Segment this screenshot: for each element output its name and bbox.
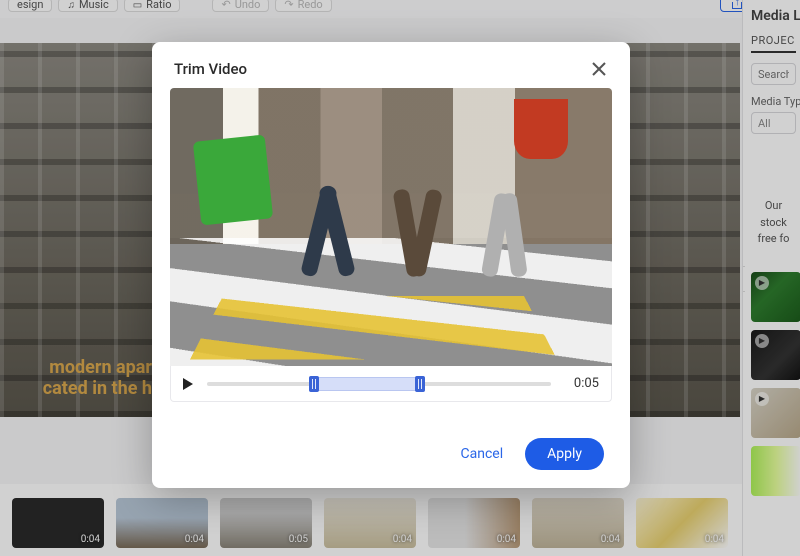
media-thumb[interactable]: ▶ xyxy=(751,330,800,380)
clip-duration: 0:04 xyxy=(705,534,724,545)
sidebar-promo: Our stock free fo xyxy=(751,144,796,268)
close-icon xyxy=(592,62,606,76)
clip-duration: 0:04 xyxy=(497,534,516,545)
timeline-clip[interactable]: 0:04 xyxy=(324,498,416,548)
music-label: Music xyxy=(79,0,109,12)
trim-video-modal: Trim Video 0:05 Cancel Apply xyxy=(152,42,630,488)
timeline-clip[interactable]: 0:04 xyxy=(116,498,208,548)
media-thumb[interactable]: ▶ xyxy=(751,272,800,322)
timeline-clip[interactable]: 0:05 xyxy=(220,498,312,548)
top-toolbar: esign Music Ratio Undo Redo Export xyxy=(0,0,800,18)
search-input[interactable] xyxy=(751,63,796,85)
timeline-clip[interactable]: 0:04 xyxy=(636,498,728,548)
play-icon: ▶ xyxy=(755,276,769,290)
undo-label: Undo xyxy=(235,0,261,12)
apply-button[interactable]: Apply xyxy=(525,438,604,470)
sidebar-title: Media L xyxy=(751,8,796,24)
modal-title: Trim Video xyxy=(174,60,247,78)
clip-duration: 0:04 xyxy=(601,534,620,545)
playback-time: 0:05 xyxy=(565,376,599,391)
undo-button[interactable]: Undo xyxy=(212,0,269,12)
sidebar-tab-project[interactable]: PROJEC xyxy=(751,34,796,53)
timeline-clip[interactable]: 0:04 xyxy=(12,498,104,548)
close-button[interactable] xyxy=(590,60,608,78)
media-thumb[interactable] xyxy=(751,446,800,496)
timeline-clip[interactable]: 0:04 xyxy=(532,498,624,548)
trim-handle-start[interactable] xyxy=(309,376,319,392)
cancel-button[interactable]: Cancel xyxy=(460,446,503,462)
trim-track[interactable] xyxy=(207,382,551,386)
media-type-label: Media Type xyxy=(751,95,796,108)
design-label: esign xyxy=(17,0,43,12)
redo-button[interactable]: Redo xyxy=(275,0,331,12)
design-button[interactable]: esign xyxy=(8,0,52,12)
sidebar-expand-button[interactable]: › xyxy=(742,266,745,292)
clip-duration: 0:05 xyxy=(289,534,308,545)
media-type-select[interactable] xyxy=(751,112,796,134)
play-button[interactable] xyxy=(183,378,193,390)
redo-label: Redo xyxy=(298,0,323,12)
undo-icon xyxy=(221,0,230,12)
media-sidebar: Media L PROJEC Media Type Our stock free… xyxy=(742,0,800,556)
timeline[interactable]: 0:04 0:04 0:05 0:04 0:04 0:04 0:04 xyxy=(0,484,742,556)
media-thumb[interactable]: ▶ xyxy=(751,388,800,438)
play-icon: ▶ xyxy=(755,334,769,348)
ratio-button[interactable]: Ratio xyxy=(124,0,181,12)
trim-handle-end[interactable] xyxy=(415,376,425,392)
video-preview[interactable] xyxy=(170,88,612,366)
canvas-caption: modern apar cated in the h xyxy=(0,347,160,409)
ratio-icon xyxy=(133,0,142,13)
trim-selection[interactable] xyxy=(314,377,421,391)
play-icon: ▶ xyxy=(755,392,769,406)
playback-controls: 0:05 xyxy=(170,366,612,402)
clip-duration: 0:04 xyxy=(185,534,204,545)
clip-duration: 0:04 xyxy=(393,534,412,545)
clip-duration: 0:04 xyxy=(81,534,100,545)
timeline-clip[interactable]: 0:04 xyxy=(428,498,520,548)
redo-icon xyxy=(284,0,293,12)
ratio-label: Ratio xyxy=(146,0,171,12)
music-icon xyxy=(67,0,75,13)
music-button[interactable]: Music xyxy=(58,0,117,12)
